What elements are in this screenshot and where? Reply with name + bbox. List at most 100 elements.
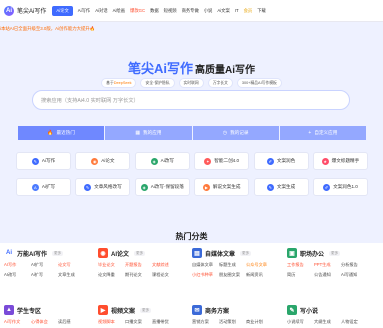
nav-link[interactable]: 数据 <box>150 8 159 14</box>
category-link[interactable]: Ai写通知 <box>341 272 368 278</box>
category-link[interactable]: 视频脚本 <box>98 319 125 325</box>
tool-icon: ✎ <box>266 183 274 191</box>
category-link[interactable]: AI改写 <box>4 272 31 278</box>
category-header[interactable]: ▤ 自媒体文章 更多 <box>192 247 282 259</box>
category-link[interactable]: 论文写 <box>58 262 85 268</box>
category-link[interactable]: 期刊论文 <box>125 272 152 278</box>
category-link[interactable]: 朋友圈文案 <box>219 272 246 278</box>
nav-link[interactable]: Ai对话 <box>95 8 107 14</box>
category-link[interactable]: 读后感 <box>58 319 85 325</box>
category-header[interactable]: ▶ 视频文案 更多 <box>98 304 188 316</box>
more-button[interactable]: 更多 <box>240 250 252 256</box>
tool-icon: ✦ <box>204 157 212 165</box>
category-link[interactable]: 活动策划 <box>219 319 246 325</box>
tool-icon: ◈ <box>140 183 148 191</box>
category-link[interactable]: 文章生成 <box>58 272 85 278</box>
search-input[interactable]: 搜索应用（支持Ai4.0 实时联网 万字长文） <box>41 97 139 104</box>
category-block: ◉ AI论文 更多毕业论文 开题报告 文献综述论文降重 期刊论文 课程论文 <box>98 247 188 278</box>
category-block: ▤ 自媒体文章 更多自媒体文章 标题生成 公众号文章小红书种草 朋友圈文案 新闻资讯 <box>192 247 282 278</box>
nav-link[interactable]: Ai写作 <box>78 8 90 14</box>
tab-0[interactable]: 🔥 最近热门 <box>18 126 105 140</box>
category-link[interactable]: 营销方案 <box>192 319 219 325</box>
tool-card[interactable]: ▶ 解说文案生成 <box>194 178 250 196</box>
category-link[interactable]: 课程论文 <box>152 272 179 278</box>
site-logo[interactable]: Ai 笔尖Ai写作 <box>4 5 46 16</box>
category-link[interactable]: 口播文案 <box>125 319 152 325</box>
nav-link[interactable]: 会员 <box>244 8 253 14</box>
category-link[interactable]: 论文降重 <box>98 272 125 278</box>
tool-label: 文案润色 <box>276 158 296 163</box>
tab-label: 最近热门 <box>56 130 75 135</box>
nav-link[interactable]: Ai绘画 <box>113 8 125 14</box>
tab-1[interactable]: ▦ 我的应用 <box>105 126 192 140</box>
category-link[interactable]: 新闻资讯 <box>246 272 273 278</box>
nav-link[interactable]: Ai论文 <box>52 5 73 16</box>
tab-3[interactable]: + 自定义应用 <box>279 126 366 140</box>
category-link[interactable]: 人物设定 <box>341 319 368 325</box>
category-block: ▶ 视频文案 更多视频脚本 口播文案 直播带货 <box>98 304 188 325</box>
category-link[interactable]: 小说续写 <box>287 319 314 325</box>
tool-card[interactable]: ✦ 智能二创4.0 <box>194 152 250 170</box>
category-link[interactable]: 直播带货 <box>152 319 179 325</box>
tool-card[interactable]: ◈ Ai改写 <box>134 152 190 170</box>
tool-card[interactable]: ✎ Ai写作 <box>16 152 71 170</box>
category-link[interactable]: Ai扩写 <box>31 272 58 278</box>
tool-card[interactable]: A Ai扩写 <box>16 178 71 196</box>
category-link[interactable]: 简历 <box>287 272 314 278</box>
category-link[interactable]: Ai写作文 <box>4 319 31 325</box>
category-header[interactable]: ▣ 职场办公 更多 <box>287 247 377 259</box>
search-box[interactable]: 搜索应用（支持Ai4.0 实时联网 万字长文） <box>32 90 350 110</box>
tool-card[interactable]: ✎ 文章风格改写 <box>75 178 131 196</box>
nav-link[interactable]: 爆款GC <box>130 8 145 14</box>
category-link[interactable]: PPT生成 <box>314 262 341 268</box>
category-header[interactable]: ✉ 商务方案 <box>192 304 282 316</box>
tab-2[interactable]: ◷ 我的记录 <box>192 126 279 140</box>
tool-card[interactable]: ★ 爆文标题精手 <box>312 152 368 170</box>
category-link[interactable]: 标题生成 <box>219 262 246 268</box>
tool-label: 爆文标题精手 <box>331 158 360 163</box>
category-link[interactable]: 文献综述 <box>152 262 179 268</box>
more-button[interactable]: 更多 <box>140 307 152 313</box>
feature-badge: 基于DeepSeek <box>101 78 137 88</box>
more-button[interactable]: 更多 <box>329 250 341 256</box>
tool-card[interactable]: ◉ Ai论文 <box>75 152 131 170</box>
nav-link[interactable]: 商务专做 <box>182 8 199 14</box>
nav-link[interactable]: IT <box>235 8 239 13</box>
hero-title: 笔尖Ai写作 高质量Ai写作 <box>0 58 383 77</box>
tool-label: Ai写作 <box>41 158 56 163</box>
category-link[interactable]: 小红书种草 <box>192 272 219 278</box>
tab-icon: 🔥 <box>47 130 54 136</box>
category-link[interactable]: 开题报告 <box>125 262 152 268</box>
category-link[interactable]: AI扩写 <box>31 262 58 268</box>
notice-banner[interactable]: i本站AI已全面升级至3.0版，Ai创作能力大提升🔥 <box>0 26 95 32</box>
nav-link[interactable]: 短视频 <box>164 8 177 14</box>
tool-card[interactable]: ✐ 文案润色1.0 <box>312 178 368 196</box>
category-name: 视频文案 <box>111 308 136 315</box>
app-tabs: 🔥 最近热门 ▦ 我的应用 ◷ 我的记录 + 自定义应用 <box>18 126 366 140</box>
feature-badge: 万字长文 <box>207 78 233 88</box>
category-items: 工作报告 PPT生成 分析报告简历 公告通知 Ai写通知 <box>287 262 377 278</box>
nav-link[interactable]: 小说 <box>204 8 213 14</box>
category-link[interactable]: 自媒体文章 <box>192 262 219 268</box>
nav-link[interactable]: Ai文案 <box>217 8 229 14</box>
category-header[interactable]: ◉ AI论文 更多 <box>98 247 188 259</box>
category-link[interactable]: 公众号文章 <box>246 262 273 268</box>
tool-card[interactable]: ✎ 文案生成 <box>253 178 309 196</box>
more-button[interactable]: 更多 <box>134 250 146 256</box>
nav-link[interactable]: 下载 <box>257 8 266 14</box>
category-link[interactable]: AI写作 <box>4 262 31 268</box>
tool-card[interactable]: ✐ 文案润色 <box>253 152 309 170</box>
category-link[interactable]: 公告通知 <box>314 272 341 278</box>
category-link[interactable]: 心得体会 <box>31 319 58 325</box>
tool-card[interactable]: ◈ Ai改写·保留段落 <box>134 178 190 196</box>
category-header[interactable]: ✎ 写小说 <box>287 304 377 316</box>
category-header[interactable]: ▲ 学生专区 <box>4 304 94 316</box>
category-link[interactable]: 工作报告 <box>287 262 314 268</box>
category-link[interactable]: 大纲生成 <box>314 319 341 325</box>
more-button[interactable]: 更多 <box>52 250 64 256</box>
category-name: 商务方案 <box>205 308 230 315</box>
category-header[interactable]: Ai 万能AI写作 更多 <box>4 247 94 259</box>
category-link[interactable]: 毕业论文 <box>98 262 125 268</box>
category-link[interactable]: 分析报告 <box>341 262 368 268</box>
category-link[interactable]: 商业计划 <box>246 319 273 325</box>
